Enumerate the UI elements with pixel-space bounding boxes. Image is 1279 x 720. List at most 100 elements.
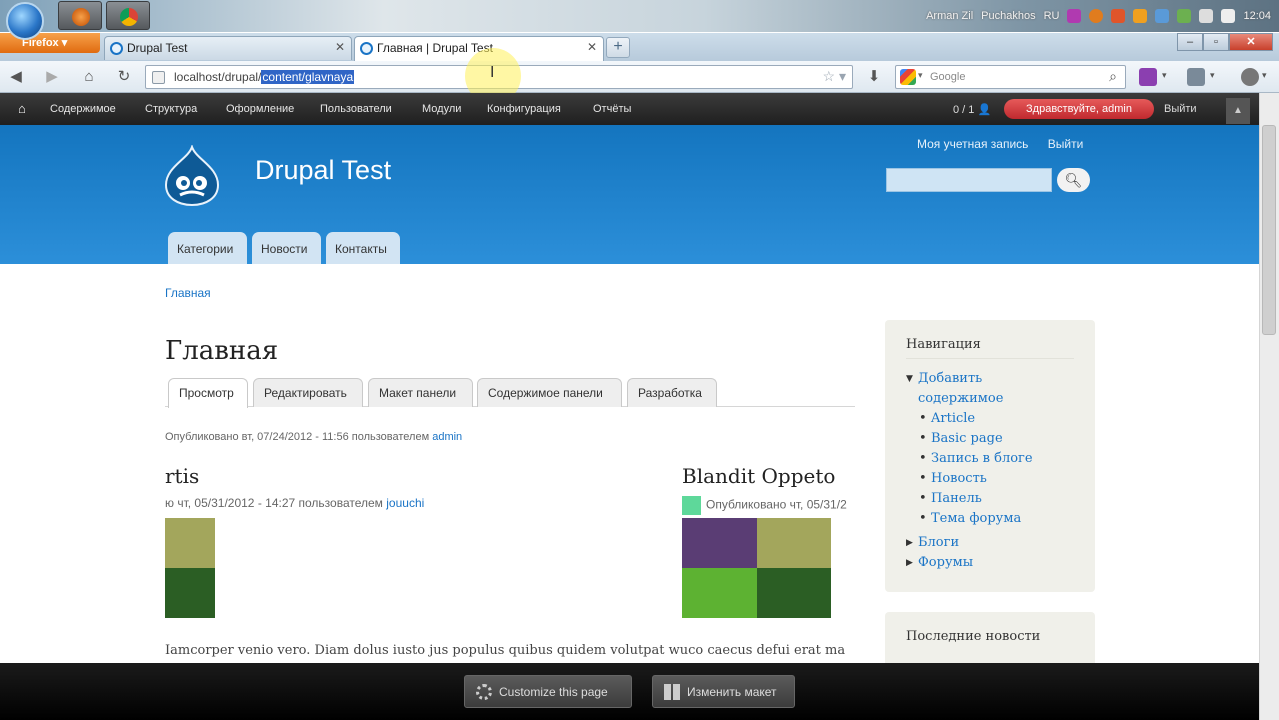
tab-drupal-test[interactable]: Drupal Test ✕ [104, 36, 352, 60]
close-window-button[interactable]: ✕ [1229, 33, 1273, 51]
user-icon: 👤 [977, 104, 992, 116]
addon-dropdown-icon[interactable]: ▾ [1210, 70, 1215, 81]
site-name[interactable]: Drupal Test [255, 155, 391, 186]
customize-page-button[interactable]: Customize this page [464, 675, 632, 708]
main-menu-contacts[interactable]: Контакты [326, 232, 400, 264]
expanded-arrow-icon: ▼ [906, 374, 913, 384]
pane-right-image[interactable] [757, 568, 831, 618]
secondary-menu: Моя учетная запись Выйти [917, 137, 1099, 151]
pane-right-image[interactable] [682, 568, 757, 618]
taskbar-chrome[interactable] [106, 1, 150, 30]
nav-link-forums[interactable]: ▶ Форумы [906, 553, 1074, 573]
engine-dropdown-icon[interactable]: ▾ [918, 70, 923, 81]
pane-left-author-link[interactable]: jouuchi [386, 496, 424, 510]
toolbar-reports[interactable]: Отчёты [593, 103, 631, 115]
scrollbar-thumb[interactable] [1262, 125, 1276, 335]
search-button[interactable]: 🔍︎ [1057, 168, 1090, 192]
new-tab-button[interactable]: + [606, 37, 630, 58]
logout-link[interactable]: Выйти [1048, 137, 1084, 151]
my-account-link[interactable]: Моя учетная запись [917, 137, 1028, 151]
bullet-icon: • [919, 431, 927, 446]
hello-user-link[interactable]: Здравствуйте, admin [1004, 99, 1154, 119]
forward-icon[interactable]: ▶ [40, 66, 64, 88]
reload-icon[interactable]: ↻ [112, 66, 136, 88]
submitted-info: Опубликовано вт, 07/24/2012 - 11:56 поль… [165, 431, 462, 443]
main-menu-categories[interactable]: Категории [168, 232, 247, 264]
tray-app-icon[interactable] [1111, 9, 1126, 23]
tray-app-icon[interactable] [1089, 9, 1104, 23]
tab-panel-layout[interactable]: Макет панели [368, 378, 473, 407]
toolbar-configuration[interactable]: Конфигурация [487, 103, 561, 115]
toolbar-content[interactable]: Содержимое [50, 103, 116, 115]
nav-link-add-content-cont[interactable]: содержимое [906, 389, 1074, 409]
clock[interactable]: 12:04 [1243, 10, 1271, 22]
taskbar-firefox[interactable] [58, 1, 102, 30]
nav-link-blog-entry[interactable]: • Запись в блоге [906, 449, 1074, 469]
pane-left-image[interactable] [165, 568, 215, 618]
nav-link-panel[interactable]: • Панель [906, 489, 1074, 509]
pane-left-image[interactable] [165, 518, 215, 568]
search-icon: 🔍︎ [1064, 172, 1083, 188]
pane-left-title[interactable]: rtis [165, 464, 199, 488]
pane-right-image[interactable] [682, 518, 757, 568]
addon-icon[interactable] [1187, 68, 1205, 86]
tray-lang[interactable]: RU [1044, 10, 1060, 22]
change-layout-button[interactable]: Изменить макет [652, 675, 795, 708]
tab-view[interactable]: Просмотр [168, 378, 248, 408]
recent-news-title: Последние новости [906, 629, 1041, 644]
tab-edit[interactable]: Редактировать [253, 378, 363, 407]
toolbar-structure[interactable]: Структура [145, 103, 197, 115]
toolbar-people[interactable]: Пользователи [320, 103, 392, 115]
bookmark-star-icon[interactable]: ☆ ▾ [823, 68, 846, 85]
nav-link-label: Новость [931, 471, 987, 486]
close-tab-icon[interactable]: ✕ [335, 40, 345, 54]
main-menu-news[interactable]: Новости [252, 232, 321, 264]
home-icon[interactable]: ⌂ [18, 101, 26, 116]
tray-app-icon[interactable] [1177, 9, 1192, 23]
url-text[interactable]: localhost/drupal/content/glavnaya [174, 70, 355, 84]
addon-icon[interactable] [1139, 68, 1157, 86]
nav-link-forum-topic[interactable]: • Тема форума [906, 509, 1074, 529]
layout-icon [664, 684, 680, 700]
nav-link-blogs[interactable]: ▶ Блоги [906, 533, 1074, 553]
nav-link-add-content[interactable]: ▼ Добавить [906, 369, 1074, 389]
nav-link-basic-page[interactable]: • Basic page [906, 429, 1074, 449]
google-engine-icon[interactable] [900, 69, 916, 85]
toolbar-modules[interactable]: Модули [422, 103, 461, 115]
tray-app-icon[interactable] [1155, 9, 1170, 23]
drupal-logo[interactable] [162, 145, 222, 207]
drupal-favicon-icon [360, 42, 373, 55]
pane-right-meta: Опубликовано чт, 05/31/2 [682, 496, 847, 515]
menu-icon[interactable] [1241, 68, 1259, 86]
maximize-button[interactable]: ▫ [1203, 33, 1229, 51]
tray-app-icon[interactable] [1133, 9, 1148, 23]
toolbar-appearance[interactable]: Оформление [226, 103, 294, 115]
back-icon[interactable]: ◀ [4, 66, 28, 88]
pane-right-title[interactable]: Blandit Oppeto [682, 464, 835, 488]
start-button[interactable] [6, 2, 44, 40]
downloads-icon[interactable]: ⬇ [862, 66, 886, 88]
volume-icon[interactable] [1221, 9, 1236, 23]
nav-link-article[interactable]: • Article [906, 409, 1074, 429]
menu-dropdown-icon[interactable]: ▾ [1262, 70, 1267, 81]
toolbar-logout-link[interactable]: Выйти [1164, 103, 1197, 115]
minimize-button[interactable]: – [1177, 33, 1203, 51]
addon-dropdown-icon[interactable]: ▾ [1162, 70, 1167, 81]
tab-panel-content[interactable]: Содержимое панели [477, 378, 622, 407]
pane-right-image[interactable] [757, 518, 831, 568]
breadcrumb[interactable]: Главная [165, 286, 211, 300]
network-icon[interactable] [1199, 9, 1214, 23]
bullet-icon: • [919, 411, 927, 426]
search-icon[interactable]: ⌕ [1109, 68, 1117, 85]
close-tab-icon[interactable]: ✕ [587, 40, 597, 54]
nav-link-news[interactable]: • Новость [906, 469, 1074, 489]
tray-app-icon[interactable] [1067, 9, 1082, 23]
site-search-input[interactable] [886, 168, 1052, 192]
toolbar-drawer-toggle[interactable]: ▲ [1226, 98, 1250, 124]
home-icon[interactable]: ⌂ [77, 66, 101, 88]
search-bar[interactable]: ▾ Google ⌕ [895, 65, 1126, 89]
page-identity-icon[interactable] [152, 71, 165, 84]
tab-devel[interactable]: Разработка [627, 378, 717, 407]
submitted-text: Опубликовано вт, 07/24/2012 - 11:56 поль… [165, 431, 430, 443]
author-link[interactable]: admin [432, 431, 462, 443]
